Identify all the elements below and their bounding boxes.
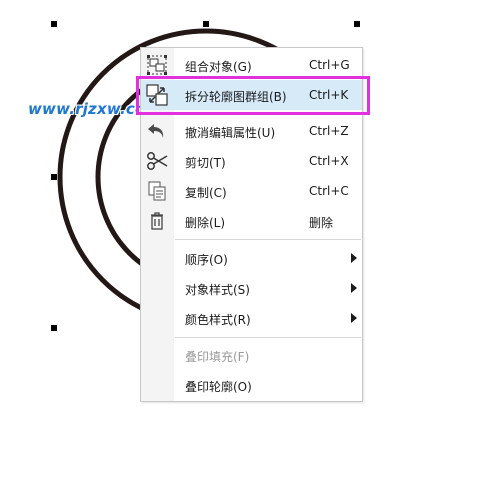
menu-item-label: 删除(L) (185, 216, 226, 230)
menu-item-overprint-outline[interactable]: 叠印轮廓(O) (141, 370, 362, 400)
menu-item-overprint-fill: 叠印填充(F) (141, 340, 362, 370)
menu-item-shortcut: Ctrl+G (309, 58, 350, 72)
submenu-arrow-icon (351, 253, 357, 263)
menu-item-label: 叠印填充(F) (185, 350, 250, 364)
undo-icon (148, 124, 164, 138)
trash-icon (151, 212, 163, 230)
menu-item-copy[interactable]: 复制(C) Ctrl+C (141, 176, 362, 206)
menu-item-label: 叠印轮廓(O) (185, 380, 252, 394)
copy-icon (148, 181, 166, 201)
menu-item-object-styles[interactable]: 对象样式(S) (141, 273, 362, 303)
menu-item-label: 撤消编辑属性(U) (185, 126, 276, 140)
menu-item-shortcut: Ctrl+Z (309, 124, 349, 138)
menu-item-label: 剪切(T) (185, 156, 226, 170)
menu-item-label: 组合对象(G) (185, 60, 252, 74)
menu-item-label: 复制(C) (185, 186, 227, 200)
menu-item-undo-edit-properties[interactable]: 撤消编辑属性(U) Ctrl+Z (141, 116, 362, 146)
highlight-annotation-box (136, 76, 370, 115)
menu-item-label: 颜色样式(R) (185, 313, 251, 327)
submenu-arrow-icon (351, 283, 357, 293)
menu-item-delete[interactable]: 删除(L) 删除 (141, 206, 362, 236)
selection-handle-middle-left[interactable] (51, 174, 57, 180)
menu-item-shortcut: Ctrl+C (309, 184, 349, 198)
menu-item-label: 对象样式(S) (185, 283, 250, 297)
selection-handle-top-right[interactable] (354, 21, 360, 27)
submenu-arrow-icon (351, 313, 357, 323)
menu-item-cut[interactable]: 剪切(T) Ctrl+X (141, 146, 362, 176)
menu-separator (175, 337, 361, 338)
menu-item-label: 顺序(O) (185, 253, 228, 267)
menu-item-color-styles[interactable]: 颜色样式(R) (141, 303, 362, 333)
menu-item-shortcut: Ctrl+X (309, 154, 349, 168)
menu-item-shortcut: 删除 (309, 216, 334, 230)
selection-handle-top-left[interactable] (51, 21, 57, 27)
selection-handle-top-center[interactable] (203, 21, 209, 27)
menu-item-order[interactable]: 顺序(O) (141, 243, 362, 273)
selection-handle-bottom-left[interactable] (51, 325, 57, 331)
menu-separator (175, 239, 361, 240)
scissors-icon (147, 152, 168, 170)
group-objects-icon (147, 55, 167, 75)
